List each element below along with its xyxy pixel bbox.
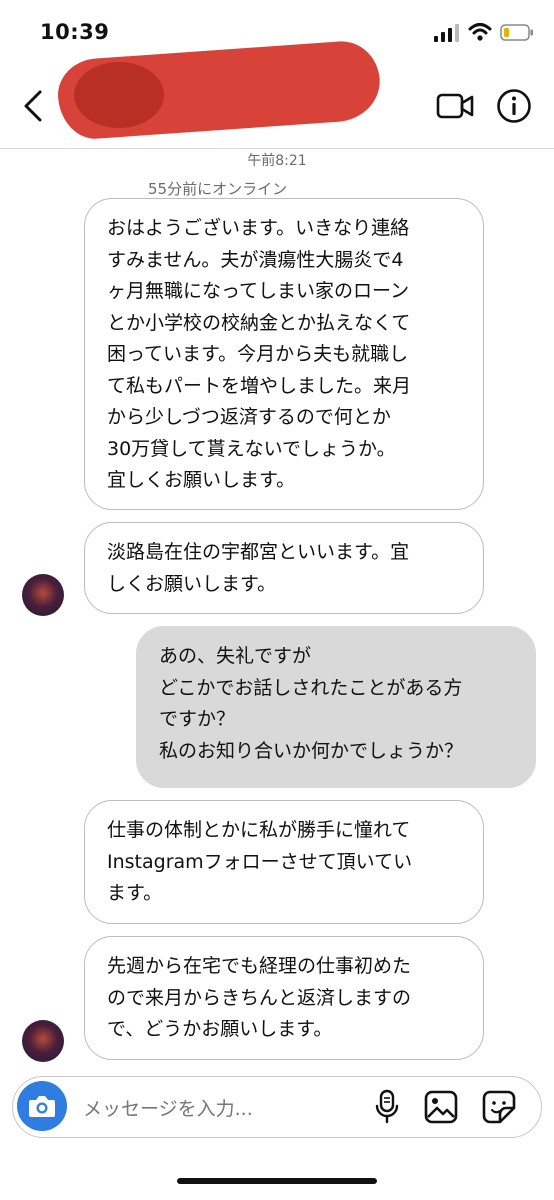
- gallery-icon[interactable]: [423, 1089, 459, 1125]
- online-status: 55分前にオンライン: [148, 180, 288, 198]
- signal-icon: [434, 24, 459, 42]
- message-bubble-received: 仕事の体制とかに私が勝手に憧れて Instagramフォローさせて頂いてい ます…: [84, 800, 484, 924]
- info-icon[interactable]: [496, 88, 532, 124]
- back-icon[interactable]: [20, 88, 48, 124]
- video-call-icon[interactable]: [436, 92, 474, 120]
- message-bubble-received: 淡路島在住の宇都宮といいます。宜 しくお願いします。: [84, 522, 484, 614]
- sticker-icon[interactable]: [481, 1089, 517, 1125]
- message-timestamp: 午前8:21: [247, 153, 307, 169]
- camera-icon: [29, 1096, 55, 1117]
- wifi-icon: [468, 23, 492, 41]
- status-time: 10:39: [40, 20, 110, 44]
- home-indicator: [177, 1178, 377, 1184]
- microphone-icon[interactable]: [373, 1089, 401, 1125]
- message-input[interactable]: メッセージを入力...: [83, 1094, 253, 1121]
- avatar[interactable]: [22, 574, 64, 616]
- message-bubble-received: おはようございます。いきなり連絡 すみません。夫が潰瘍性大腸炎で4 ヶ月無職にな…: [84, 198, 484, 510]
- message-composer[interactable]: メッセージを入力...: [12, 1076, 542, 1138]
- message-bubble-received: 先週から在宅でも経理の仕事初めた ので来月からきちんと返済しますの で、どうかお…: [84, 936, 484, 1060]
- avatar[interactable]: [22, 1020, 64, 1062]
- camera-button[interactable]: [17, 1081, 67, 1131]
- battery-icon: [500, 24, 533, 41]
- redaction-mark-avatar: [74, 62, 164, 128]
- message-bubble-sent: あの、失礼ですが どこかでお話しされたことがある方 ですか？ 私のお知り合いか何…: [136, 626, 536, 788]
